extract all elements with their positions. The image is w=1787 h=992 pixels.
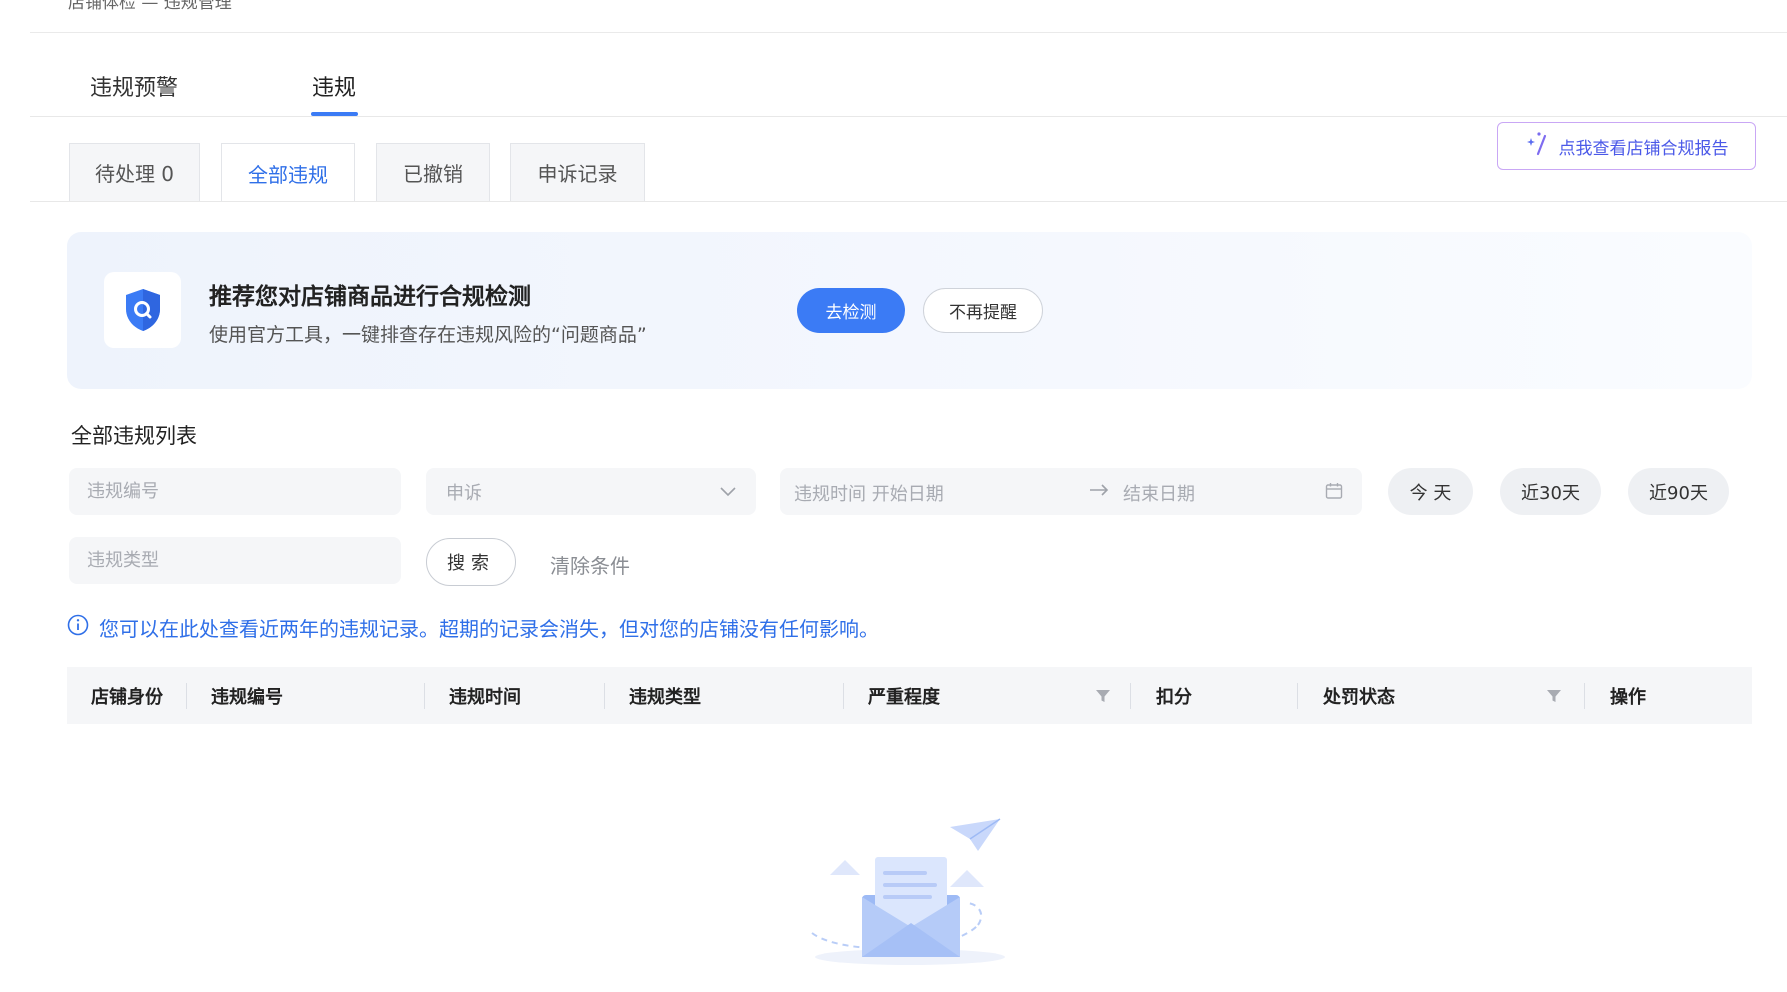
- column-divider: [186, 683, 187, 709]
- banner-subtitle: 使用官方工具，一键排查存在违规风险的“问题商品”: [209, 324, 647, 346]
- column-header-store-identity: 店铺身份: [91, 686, 163, 708]
- violation-type-input[interactable]: [69, 537, 401, 584]
- appeal-select-value: 申诉: [446, 482, 482, 504]
- appeal-select[interactable]: 申诉: [426, 468, 756, 515]
- date-range-picker[interactable]: 违规时间 开始日期 结束日期: [780, 468, 1362, 515]
- column-divider: [1297, 683, 1298, 709]
- start-date-input[interactable]: 违规时间 开始日期: [794, 480, 944, 506]
- column-header-penalty-status: 处罚状态: [1323, 686, 1395, 708]
- list-title: 全部违规列表: [71, 424, 197, 448]
- subtab-revoked[interactable]: 已撤销: [376, 143, 490, 201]
- subtab-appeal-records[interactable]: 申诉记录: [510, 143, 645, 201]
- clear-filters-button[interactable]: 清除条件: [550, 550, 630, 579]
- column-divider: [604, 683, 605, 709]
- arrow-right-icon: [1088, 479, 1110, 504]
- compliance-report-label: 点我查看店铺合规报告: [1558, 138, 1729, 159]
- subtab-pending[interactable]: 待处理 0: [69, 143, 200, 201]
- tab-violation[interactable]: 违规: [312, 70, 356, 102]
- column-header-violation-number: 违规编号: [211, 686, 283, 708]
- breadcrumb: 店铺体检 — 违规管理: [68, 0, 232, 13]
- sparkle-wand-icon: [1525, 131, 1551, 162]
- column-divider: [1584, 683, 1585, 709]
- shield-search-icon: [104, 272, 181, 348]
- column-header-actions: 操作: [1610, 686, 1646, 708]
- subtabs-divider: [30, 201, 1787, 202]
- end-date-input[interactable]: 结束日期: [1123, 480, 1195, 506]
- calendar-icon: [1325, 482, 1343, 505]
- quick-range-30-days[interactable]: 近30天: [1500, 468, 1601, 515]
- column-divider: [843, 683, 844, 709]
- filter-funnel-icon[interactable]: [1546, 667, 1562, 724]
- info-icon: [67, 614, 89, 641]
- dont-remind-button[interactable]: 不再提醒: [923, 288, 1043, 333]
- quick-range-today[interactable]: 今 天: [1388, 468, 1473, 515]
- info-text: 您可以在此处查看近两年的违规记录。超期的记录会消失，但对您的店铺没有任何影响。: [99, 617, 879, 641]
- tabs-divider: [30, 116, 1787, 117]
- filter-funnel-icon[interactable]: [1095, 667, 1111, 724]
- top-divider: [30, 32, 1787, 33]
- tab-violation-warning[interactable]: 违规预警: [90, 70, 178, 102]
- empty-state-envelope-illustration: [800, 815, 1030, 979]
- go-check-button[interactable]: 去检测: [797, 288, 905, 333]
- column-header-violation-type: 违规类型: [629, 686, 701, 708]
- violation-number-input[interactable]: [69, 468, 401, 515]
- column-header-severity: 严重程度: [868, 686, 940, 708]
- table-header: 店铺身份 违规编号 违规时间 违规类型 严重程度 扣分 处罚状态 操作: [67, 667, 1752, 724]
- quick-range-90-days[interactable]: 近90天: [1628, 468, 1729, 515]
- column-header-deduction: 扣分: [1156, 686, 1192, 708]
- subtab-all-violations[interactable]: 全部违规: [221, 143, 355, 202]
- banner-title: 推荐您对店铺商品进行合规检测: [209, 284, 531, 310]
- info-notice: 您可以在此处查看近两年的违规记录。超期的记录会消失，但对您的店铺没有任何影响。: [67, 613, 879, 642]
- search-button[interactable]: 搜索: [426, 538, 516, 586]
- column-header-violation-time: 违规时间: [449, 686, 521, 708]
- column-divider: [424, 683, 425, 709]
- column-divider: [1130, 683, 1131, 709]
- compliance-report-button[interactable]: 点我查看店铺合规报告: [1497, 122, 1756, 170]
- chevron-down-icon: [720, 481, 736, 502]
